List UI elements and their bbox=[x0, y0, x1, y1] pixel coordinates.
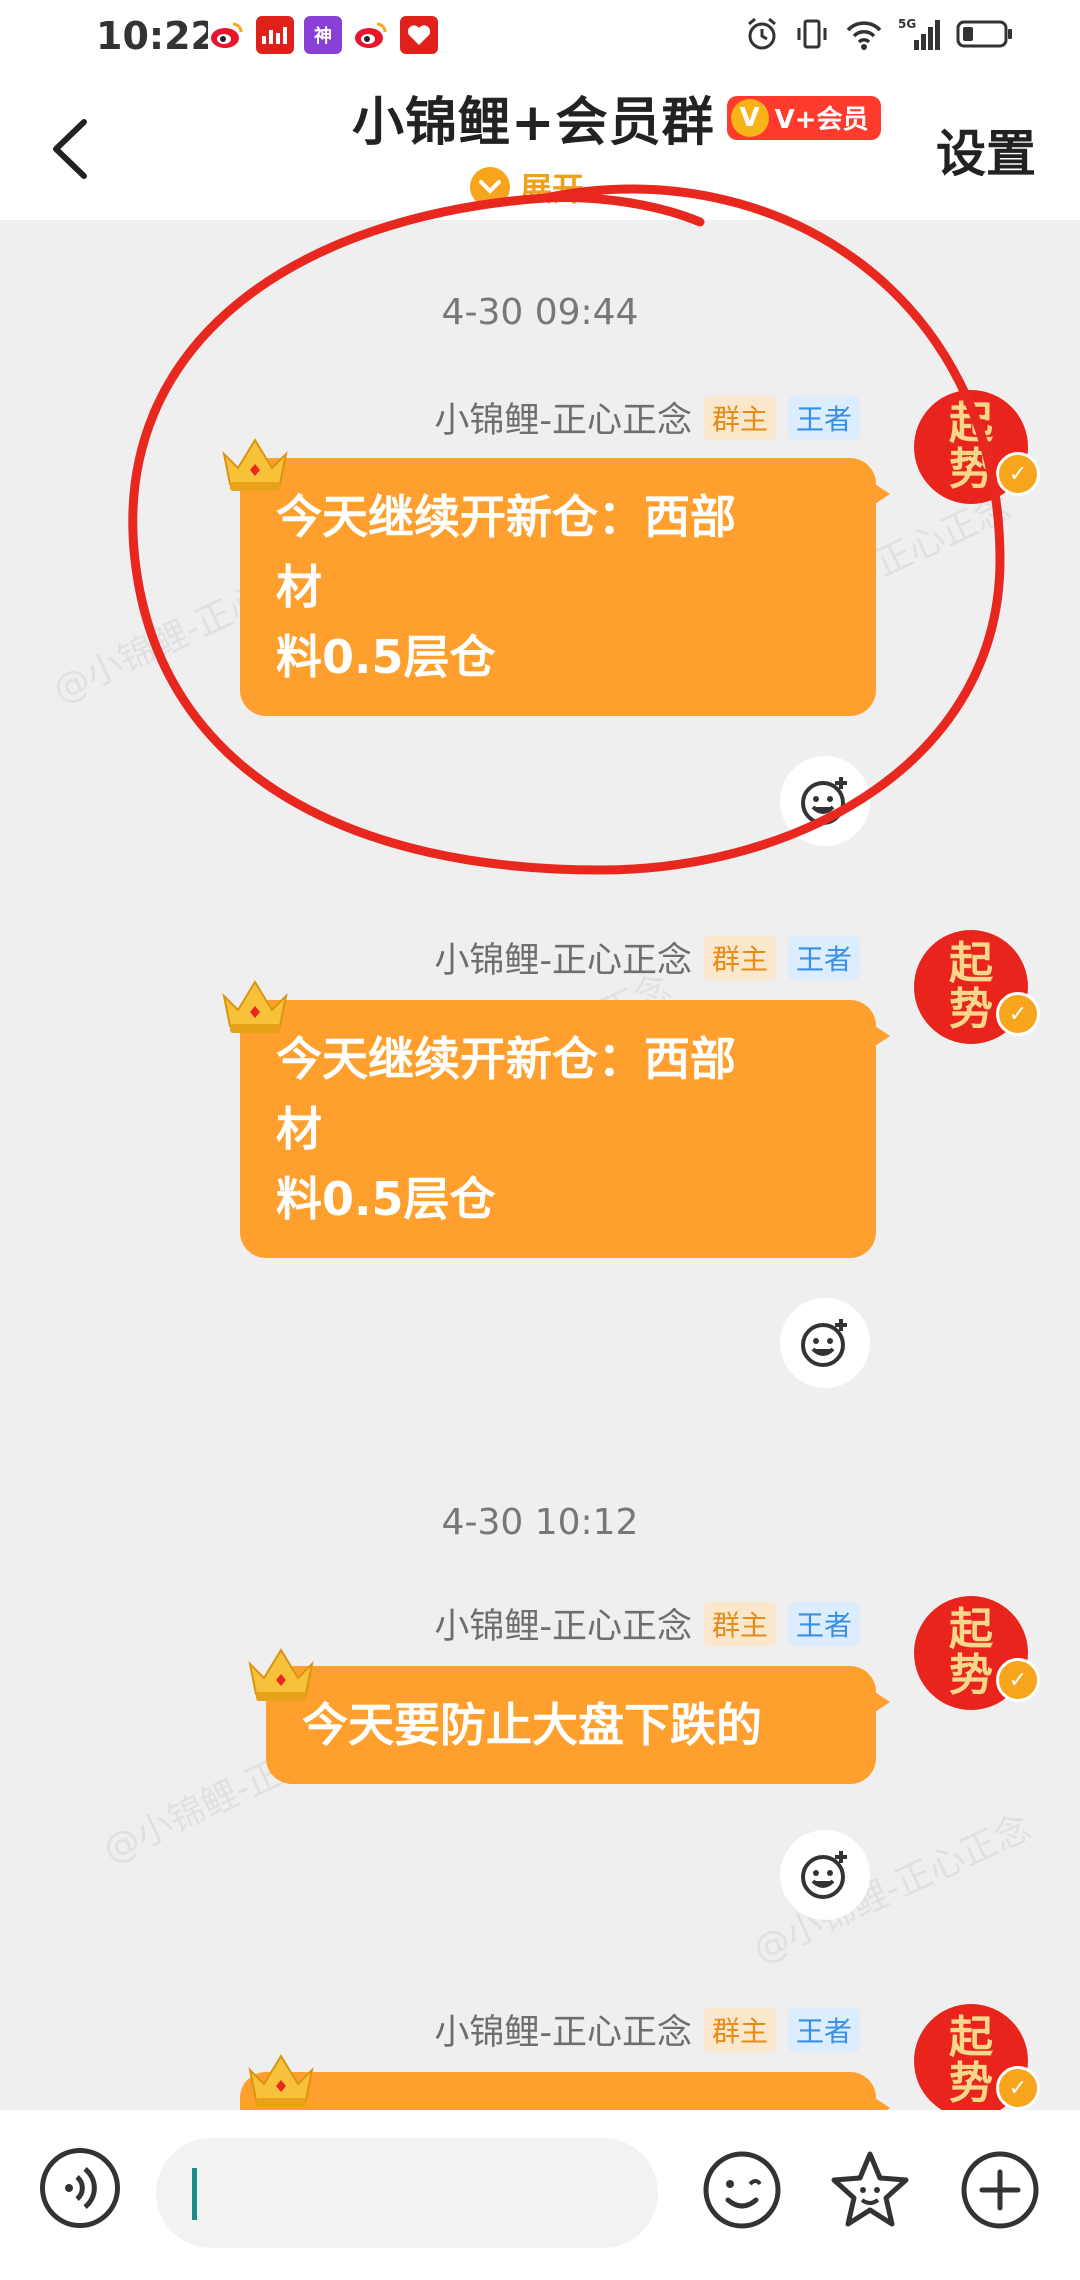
voice-icon bbox=[65, 2167, 97, 2209]
chevron-down-icon bbox=[470, 167, 510, 207]
message-bubble[interactable]: 今天继续开新仓：西部 材 料0.5层仓 bbox=[240, 1000, 890, 1258]
avatar[interactable]: 起势 ✓ bbox=[914, 1596, 1040, 1710]
message-line: 今天继续开新仓：西部 bbox=[276, 1032, 736, 1086]
network-label: 5G bbox=[898, 17, 916, 31]
message-bubble[interactable]: 今天要防止大盘下跌的 bbox=[266, 1666, 890, 1784]
avatar-char: 势 bbox=[949, 444, 993, 495]
signal-icon: 5G bbox=[898, 17, 940, 50]
message-line: 材 bbox=[276, 1102, 322, 1156]
level-tag: 王者 bbox=[787, 935, 860, 980]
message-line: 料0.5层仓 bbox=[276, 1172, 496, 1226]
level-tag: 王者 bbox=[787, 395, 860, 440]
sender-name[interactable]: 小锦鲤-正心正念 bbox=[434, 932, 692, 983]
news-icon bbox=[256, 16, 294, 54]
chat-header: 小锦鲤+会员群 V V+会员 展开 设置 bbox=[0, 74, 1080, 220]
crown-icon bbox=[248, 2054, 314, 2107]
chat-area[interactable]: @小锦鲤-正心正念 @小锦鲤-正心正念 @小锦鲤-正心正念 @小锦鲤-正心正念 … bbox=[0, 220, 1080, 2110]
wifi-icon bbox=[846, 21, 882, 50]
emoji-icon[interactable] bbox=[700, 2148, 784, 2232]
group-title: 小锦鲤+会员群 bbox=[352, 93, 715, 153]
verified-v-icon: ✓ bbox=[996, 1658, 1040, 1702]
shenpai-icon: 神 bbox=[304, 16, 342, 54]
plus-icon[interactable] bbox=[958, 2148, 1042, 2232]
owner-tag: 群主 bbox=[703, 1601, 776, 1646]
status-system-icons: 5G bbox=[744, 16, 1014, 52]
owner-tag: 群主 bbox=[703, 395, 776, 440]
sender-row: 小锦鲤-正心正念 群主 王者 bbox=[434, 1598, 860, 1649]
vibrate-icon bbox=[797, 19, 827, 49]
text-caret bbox=[192, 2168, 197, 2220]
avatar[interactable]: 起势 ✓ bbox=[914, 2004, 1040, 2110]
avatar-char: 起 bbox=[949, 2012, 993, 2063]
message-line: 今天要防止大盘下跌的 bbox=[302, 1698, 762, 1752]
verified-v-icon: ✓ bbox=[996, 452, 1040, 496]
status-time: 10:22 bbox=[96, 14, 217, 58]
message-timestamp: 4-30 10:12 bbox=[441, 1502, 639, 1543]
avatar[interactable]: 起势 ✓ bbox=[914, 930, 1040, 1044]
crown-icon bbox=[248, 1648, 314, 1701]
voice-button[interactable] bbox=[40, 2148, 120, 2228]
vip-v-icon: V bbox=[730, 98, 769, 137]
avatar[interactable]: 起势 ✓ bbox=[914, 390, 1040, 504]
group-title-wrap: 小锦鲤+会员群 V V+会员 bbox=[352, 80, 881, 155]
weibo-icon bbox=[208, 16, 246, 54]
add-reaction-icon bbox=[801, 1319, 847, 1367]
sender-row: 小锦鲤-正心正念 群主 王者 bbox=[434, 392, 860, 443]
verified-v-icon: ✓ bbox=[996, 2066, 1040, 2110]
message-bubble[interactable] bbox=[240, 2072, 890, 2110]
message-line: 今天继续开新仓：西部 bbox=[276, 490, 736, 544]
message-input[interactable] bbox=[156, 2138, 658, 2248]
status-app-icons: 神 bbox=[208, 16, 438, 54]
avatar-char: 起 bbox=[949, 938, 993, 989]
sender-name[interactable]: 小锦鲤-正心正念 bbox=[434, 1598, 692, 1649]
heart-app-icon bbox=[400, 16, 438, 54]
expand-label: 展开 bbox=[520, 170, 585, 208]
vip-badge-label: V+会员 bbox=[774, 105, 869, 135]
weibo-icon bbox=[352, 16, 390, 54]
message-timestamp: 4-30 09:44 bbox=[441, 292, 639, 333]
crown-icon bbox=[222, 438, 288, 491]
add-reaction-icon bbox=[801, 777, 847, 825]
input-bar bbox=[0, 2110, 1080, 2280]
avatar-char: 起 bbox=[949, 1604, 993, 1655]
level-tag: 王者 bbox=[787, 1601, 860, 1646]
crown-icon bbox=[222, 980, 288, 1033]
vip-badge: V V+会员 bbox=[726, 95, 881, 140]
message-line: 材 bbox=[276, 560, 322, 614]
level-tag: 王者 bbox=[787, 2007, 860, 2052]
avatar-char: 势 bbox=[949, 2058, 993, 2109]
sender-row: 小锦鲤-正心正念 群主 王者 bbox=[434, 932, 860, 983]
avatar-char: 势 bbox=[949, 984, 993, 1035]
expand-button[interactable]: 展开 bbox=[470, 164, 584, 210]
sender-name[interactable]: 小锦鲤-正心正念 bbox=[434, 2004, 692, 2055]
owner-tag: 群主 bbox=[703, 2007, 776, 2052]
add-reaction-button[interactable] bbox=[780, 1298, 870, 1388]
message-bubble[interactable]: 今天继续开新仓：西部 材 料0.5层仓 bbox=[240, 458, 890, 716]
settings-button[interactable]: 设置 bbox=[936, 114, 1036, 186]
sticker-icon[interactable] bbox=[828, 2148, 912, 2232]
avatar-char: 起 bbox=[949, 398, 993, 449]
add-reaction-button[interactable] bbox=[780, 1830, 870, 1920]
sender-row: 小锦鲤-正心正念 群主 王者 bbox=[434, 2004, 860, 2055]
add-reaction-icon bbox=[801, 1851, 847, 1899]
status-bar: 10:22 神 5G bbox=[0, 0, 1080, 74]
alarm-icon bbox=[748, 17, 776, 50]
verified-v-icon: ✓ bbox=[996, 992, 1040, 1036]
sender-name[interactable]: 小锦鲤-正心正念 bbox=[434, 392, 692, 443]
avatar-char: 势 bbox=[949, 1650, 993, 1701]
battery-icon bbox=[956, 20, 1012, 48]
message-line: 料0.5层仓 bbox=[276, 630, 496, 684]
back-arrow-icon[interactable] bbox=[44, 114, 104, 184]
owner-tag: 群主 bbox=[703, 935, 776, 980]
add-reaction-button[interactable] bbox=[780, 756, 870, 846]
